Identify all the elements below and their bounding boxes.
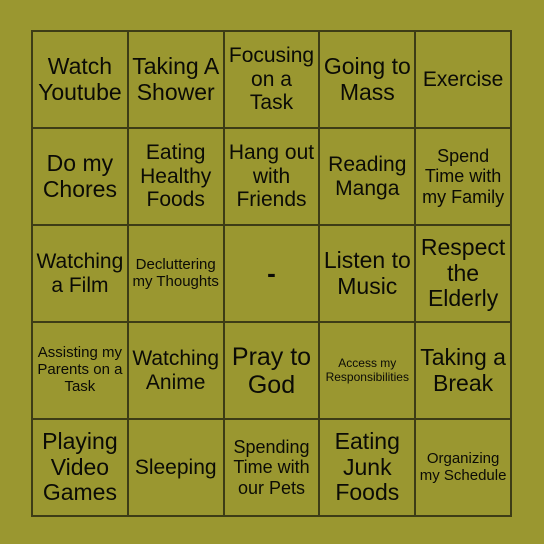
bingo-cell-r1-c1[interactable]: Watch Youtube bbox=[33, 32, 129, 129]
bingo-cell-r1-c3[interactable]: Focusing on a Task bbox=[224, 32, 321, 129]
bingo-cell-label: Reading Manga bbox=[328, 152, 407, 200]
bingo-cell-label: Watching a Film bbox=[36, 249, 124, 297]
bingo-cell-label: - bbox=[267, 257, 276, 288]
bingo-cell-label: Do my Chores bbox=[42, 149, 117, 202]
bingo-cell-label: Taking A Shower bbox=[132, 52, 220, 105]
bingo-cell-label: Assisting my Parents on a Task bbox=[37, 344, 123, 395]
bingo-card-grid: Watch Youtube Taking A Shower Focusing on … bbox=[31, 30, 512, 517]
bingo-cell-label: Eating Junk Foods bbox=[334, 427, 400, 506]
bingo-cell-label: Watch Youtube bbox=[38, 52, 122, 105]
bingo-cell-r2-c5[interactable]: Spend Time with my Family bbox=[416, 129, 512, 226]
bingo-cell-label: Hang out with Friends bbox=[228, 141, 315, 212]
bingo-cell-label: Sleeping bbox=[134, 455, 217, 479]
bingo-cell-label: Eating Healthy Foods bbox=[140, 141, 212, 212]
bingo-cell-label: Playing Video Games bbox=[42, 427, 118, 506]
bingo-cell-r3-c4[interactable]: Listen to Music bbox=[320, 226, 417, 323]
bingo-cell-r2-c2[interactable]: Eating Healthy Foods bbox=[128, 129, 225, 226]
bingo-cell-label: Taking a Break bbox=[420, 343, 506, 396]
bingo-cell-r1-c5[interactable]: Exercise bbox=[416, 32, 512, 129]
bingo-cell-r3-c3[interactable]: - bbox=[224, 226, 321, 323]
bingo-cell-r2-c1[interactable]: Do my Chores bbox=[33, 129, 129, 226]
bingo-cell-r4-c2[interactable]: Watching Anime bbox=[128, 323, 225, 420]
bingo-cell-r2-c3[interactable]: Hang out with Friends bbox=[224, 129, 321, 226]
bingo-cell-r3-c5[interactable]: Respect the Elderly bbox=[416, 226, 512, 323]
bingo-cell-label: Watching Anime bbox=[132, 346, 220, 394]
bingo-cell-r4-c3[interactable]: Pray to God bbox=[224, 323, 321, 420]
bingo-cell-label: Organizing my Schedule bbox=[419, 449, 507, 484]
bingo-cell-r1-c4[interactable]: Going to Mass bbox=[320, 32, 417, 129]
bingo-cell-label: Focusing on a Task bbox=[228, 44, 315, 115]
bingo-cell-label: Access my Responsibilities bbox=[325, 356, 409, 384]
bingo-cell-r5-c5[interactable]: Organizing my Schedule bbox=[416, 420, 512, 517]
bingo-cell-label: Respect the Elderly bbox=[420, 233, 506, 312]
bingo-cell-label: Spending Time with our Pets bbox=[233, 437, 310, 498]
bingo-cell-label: Pray to God bbox=[231, 342, 312, 399]
bingo-cell-label: Decluttering my Thoughts bbox=[132, 255, 219, 290]
bingo-cell-r3-c1[interactable]: Watching a Film bbox=[33, 226, 129, 323]
bingo-cell-label: Spend Time with my Family bbox=[422, 146, 505, 207]
bingo-cell-r4-c1[interactable]: Assisting my Parents on a Task bbox=[33, 323, 129, 420]
bingo-cell-r5-c1[interactable]: Playing Video Games bbox=[33, 420, 129, 517]
bingo-cell-r3-c2[interactable]: Decluttering my Thoughts bbox=[128, 226, 225, 323]
bingo-cell-r5-c3[interactable]: Spending Time with our Pets bbox=[224, 420, 321, 517]
bingo-cell-r4-c4[interactable]: Access my Responsibilities bbox=[320, 323, 417, 420]
bingo-cell-label: Going to Mass bbox=[323, 52, 411, 105]
bingo-cell-r2-c4[interactable]: Reading Manga bbox=[320, 129, 417, 226]
bingo-cell-label: Listen to Music bbox=[323, 246, 411, 299]
bingo-cell-r5-c4[interactable]: Eating Junk Foods bbox=[320, 420, 417, 517]
bingo-cell-r4-c5[interactable]: Taking a Break bbox=[416, 323, 512, 420]
bingo-cell-r5-c2[interactable]: Sleeping bbox=[128, 420, 225, 517]
bingo-cell-r1-c2[interactable]: Taking A Shower bbox=[128, 32, 225, 129]
bingo-cell-label: Exercise bbox=[422, 67, 504, 91]
